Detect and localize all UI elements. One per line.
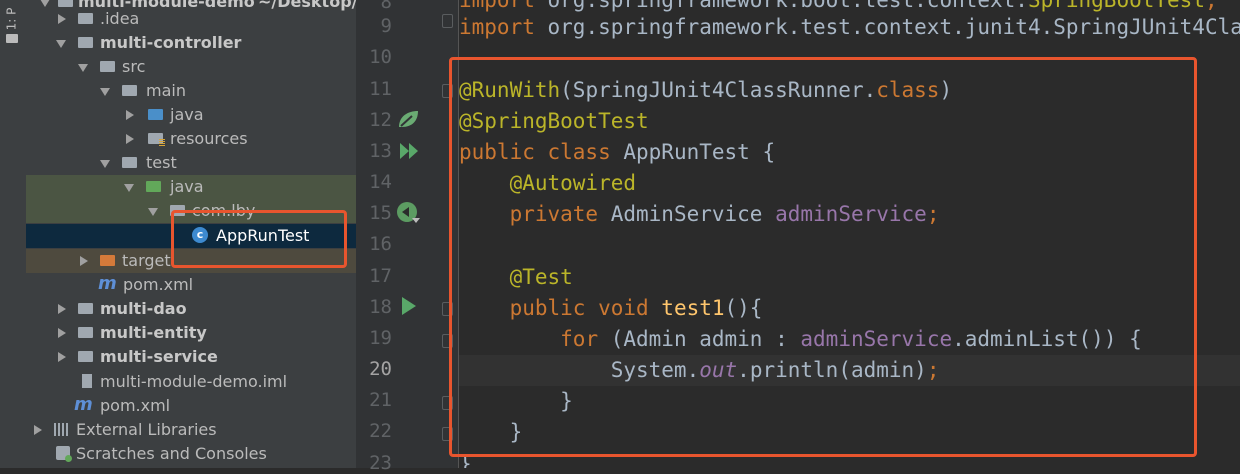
chevron-right-icon[interactable] [58,328,66,338]
line-number: 19 [369,327,392,349]
tree-item-label: Scratches and Consoles [76,444,267,463]
tree-item-label: java [170,105,204,124]
tree-item-external-libraries[interactable]: External Libraries [26,418,356,442]
tree-item-test[interactable]: test [26,151,356,175]
tree-item-label: pom.xml [100,396,171,415]
fold-marker[interactable] [442,14,453,28]
highlight-box-tree [171,210,347,268]
tree-item-multi-dao[interactable]: multi-dao [26,297,356,321]
iml-file-icon [82,374,92,388]
tree-item-scratches[interactable]: Scratches and Consoles [26,442,356,466]
tree-item-multi-controller[interactable]: multi-controller [26,31,356,55]
line-number: 11 [369,78,392,100]
library-icon [54,423,70,436]
chevron-right-icon[interactable] [58,352,66,362]
chevron-right-icon[interactable] [126,110,134,120]
line-number: 21 [369,389,392,411]
module-folder-icon [78,303,93,314]
module-folder-icon [78,351,93,362]
tree-item-label: multi-controller [100,33,242,52]
chevron-down-icon[interactable] [100,160,110,168]
excluded-folder-icon [100,255,115,266]
tree-item-label: java [170,177,204,196]
line-number: 16 [369,233,392,255]
tree-item-label: pom.xml [123,275,194,294]
module-folder-icon [78,37,93,48]
tree-item-label: test [146,153,177,172]
chevron-right-icon[interactable] [126,134,134,144]
folder-icon [6,34,18,43]
maven-icon: m [98,273,117,294]
project-tab-label: 1: P [4,7,19,31]
line-number: 18 [369,296,392,318]
chevron-down-icon[interactable] [40,0,50,7]
module-folder-icon [58,0,73,7]
chevron-down-icon[interactable] [56,40,66,48]
tree-item-label: src [122,57,146,76]
folder-icon [122,85,137,96]
line-number: 8 [380,0,392,13]
tree-item-label: target [122,251,171,270]
tree-item-main-java[interactable]: java [26,103,356,127]
tree-item-label: multi-entity [100,323,207,342]
chevron-down-icon[interactable] [100,88,110,96]
folder-icon [122,157,137,168]
line-number: 13 [369,140,392,162]
scratches-icon [56,446,72,462]
chevron-down-icon[interactable] [124,184,134,192]
tool-window-strip: 1: P [0,0,27,468]
tree-item-label: multi-service [100,347,218,366]
tree-item-label: multi-dao [100,299,187,318]
test-folder-icon [146,181,161,192]
spring-leaf-icon[interactable] [396,108,420,130]
tree-item-controller-pom[interactable]: m pom.xml [26,273,356,297]
source-folder-icon [148,109,163,120]
run-test-class-icon[interactable] [398,140,422,162]
code-line: import org.springframework.test.context.… [459,15,1240,39]
tree-item-label: .idea [100,9,140,28]
tree-item-label: External Libraries [76,420,217,439]
line-number: 9 [380,15,392,37]
chevron-right-icon[interactable] [34,425,42,435]
line-number-current: 20 [369,358,392,380]
folder-icon [78,13,93,24]
tree-item-root-pom[interactable]: m pom.xml [26,394,356,418]
tree-item-multi-service[interactable]: multi-service [26,345,356,369]
chevron-down-icon[interactable] [148,208,158,216]
project-tool-tab[interactable]: 1: P [4,4,22,34]
line-number: 23 [369,452,392,474]
resources-folder-icon [148,133,165,146]
chevron-right-icon[interactable] [58,14,66,24]
line-number: 15 [369,202,392,224]
tree-item-idea[interactable]: .idea [26,7,356,31]
tree-item-multi-entity[interactable]: multi-entity [26,321,356,345]
line-number: 17 [369,265,392,287]
line-number: 22 [369,420,392,442]
tree-item-label: resources [170,129,248,148]
tree-item-resources[interactable]: resources [26,127,356,151]
chevron-down-icon[interactable] [78,64,88,72]
chevron-right-icon[interactable] [58,304,66,314]
chevron-right-icon[interactable] [80,256,88,266]
line-number: 12 [369,109,392,131]
folder-icon [100,61,115,72]
tree-item-main[interactable]: main [26,79,356,103]
line-number: 14 [369,171,392,193]
run-test-icon[interactable] [400,295,420,317]
tree-item-test-java[interactable]: java [26,175,356,199]
highlight-box-code [449,57,1197,457]
tree-item-src[interactable]: src [26,55,356,79]
module-folder-icon [78,327,93,338]
maven-icon: m [74,394,93,415]
editor-gutter: 8 9 10 11 12 13 14 15 16 17 18 19 20 21 … [356,0,459,474]
autowired-bean-icon[interactable] [396,201,422,225]
tree-item-label: main [146,81,186,100]
tree-item-iml[interactable]: multi-module-demo.iml [26,370,356,394]
tree-item-label: multi-module-demo.iml [100,372,288,391]
line-number: 10 [369,46,392,68]
